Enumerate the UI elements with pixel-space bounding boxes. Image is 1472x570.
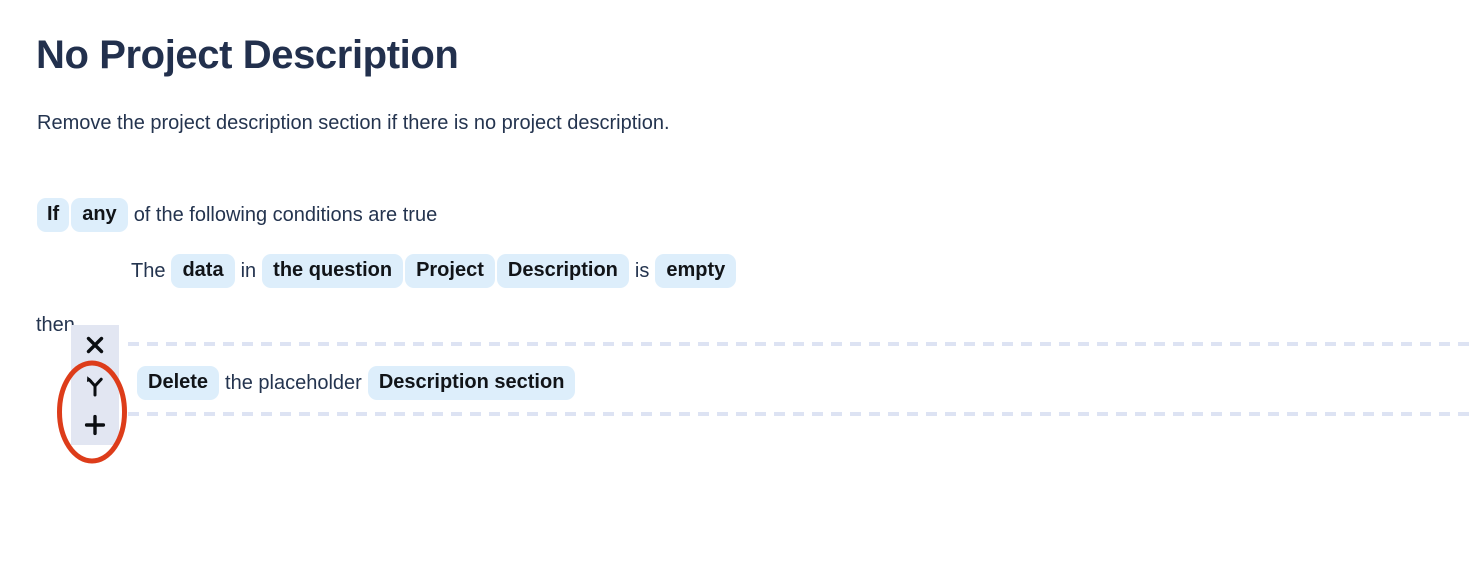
condition-value-chip[interactable]: empty bbox=[655, 254, 737, 288]
condition-operator-text: is bbox=[634, 260, 650, 282]
rule-action-row: Delete the placeholder Description secti… bbox=[136, 366, 576, 400]
add-button[interactable] bbox=[80, 410, 110, 440]
if-row-text: of the following conditions are true bbox=[133, 204, 438, 226]
action-target-chip[interactable]: Description section bbox=[367, 366, 576, 400]
floating-action-toolbar bbox=[71, 325, 119, 445]
close-x-icon bbox=[84, 334, 106, 356]
if-quantifier-chip[interactable]: any bbox=[71, 198, 128, 232]
page-subtitle: Remove the project description section i… bbox=[37, 112, 670, 134]
rule-if-row: If any of the following conditions are t… bbox=[36, 198, 442, 232]
condition-source-chip[interactable]: the question bbox=[262, 254, 404, 288]
branch-split-icon bbox=[83, 373, 107, 397]
rule-condition-row: The data in the question Project Descrip… bbox=[131, 254, 737, 288]
condition-data-chip[interactable]: data bbox=[171, 254, 235, 288]
drop-zone-line-top bbox=[128, 342, 1472, 346]
close-button[interactable] bbox=[80, 330, 110, 360]
action-verb-chip[interactable]: Delete bbox=[137, 366, 220, 400]
condition-field-chip[interactable]: Description bbox=[496, 254, 629, 288]
plus-icon bbox=[83, 413, 107, 437]
page-title: No Project Description bbox=[36, 32, 459, 77]
condition-in-text: in bbox=[240, 260, 257, 282]
action-middle-text: the placeholder bbox=[225, 372, 362, 394]
condition-lead-text: The bbox=[131, 260, 166, 282]
drop-zone-line-bottom bbox=[128, 412, 1472, 416]
condition-object-chip[interactable]: Project bbox=[405, 254, 495, 288]
branch-button[interactable] bbox=[80, 370, 110, 400]
if-keyword-chip[interactable]: If bbox=[37, 198, 70, 232]
